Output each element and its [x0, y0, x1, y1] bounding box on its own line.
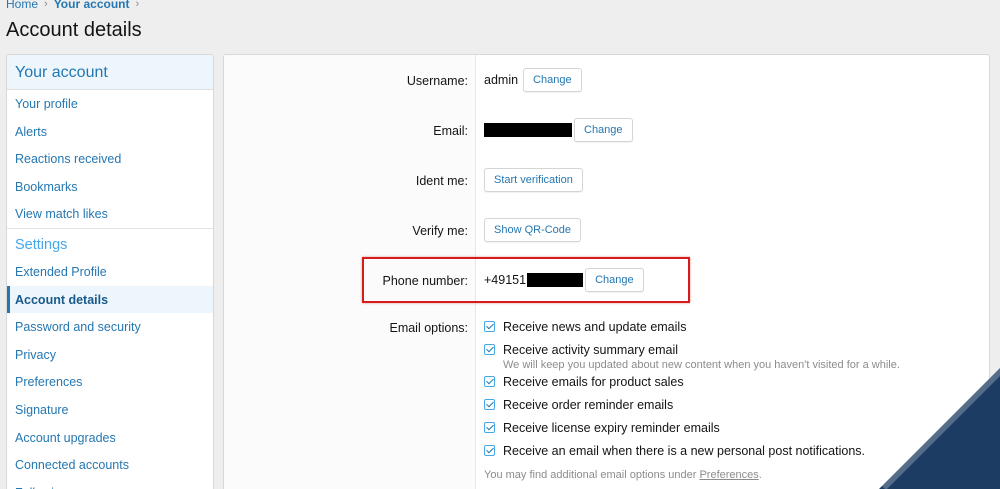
sidebar-item-your-profile[interactable]: Your profile	[7, 90, 213, 118]
account-sidebar: Your account Your profile Alerts Reactio…	[6, 54, 214, 489]
checkbox-checked-icon[interactable]	[484, 376, 495, 387]
email-option-product-sales[interactable]: Receive emails for product sales	[484, 375, 900, 398]
sidebar-header-your-account[interactable]: Your account	[7, 55, 213, 90]
show-qr-code-button[interactable]: Show QR-Code	[484, 218, 582, 242]
email-option-label: Receive order reminder emails	[503, 398, 674, 412]
checkbox-checked-icon[interactable]	[484, 344, 495, 355]
sidebar-item-bookmarks[interactable]: Bookmarks	[7, 173, 213, 201]
email-option-order-reminder[interactable]: Receive order reminder emails	[484, 398, 900, 421]
sidebar-item-connected-accounts[interactable]: Connected accounts	[7, 451, 213, 479]
email-option-label: Receive news and update emails	[503, 320, 687, 334]
start-verification-button[interactable]: Start verification	[484, 168, 583, 192]
username-label: Username:	[406, 74, 468, 88]
sidebar-item-alerts[interactable]: Alerts	[7, 118, 213, 146]
sidebar-item-signature[interactable]: Signature	[7, 396, 213, 424]
account-details-panel: Username: admin Change Email: Change Ide…	[223, 54, 990, 489]
email-options-label: Email options:	[389, 321, 468, 335]
breadcrumb-home-link[interactable]: Home	[6, 0, 38, 11]
preferences-link[interactable]: Preferences	[699, 469, 758, 481]
sidebar-item-privacy[interactable]: Privacy	[7, 341, 213, 369]
breadcrumb: Home › Your account ›	[6, 0, 139, 11]
sidebar-item-view-match-likes[interactable]: View match likes	[7, 200, 213, 228]
email-option-label: Receive an email when there is a new per…	[503, 444, 866, 458]
email-option-label: Receive activity summary email	[503, 343, 679, 357]
sidebar-item-following[interactable]: Following	[7, 479, 213, 489]
email-options-footer: You may find additional email options un…	[484, 469, 762, 481]
checkbox-checked-icon[interactable]	[484, 399, 495, 410]
sidebar-item-account-upgrades[interactable]: Account upgrades	[7, 424, 213, 452]
verify-label: Verify me:	[412, 224, 468, 238]
sidebar-item-password-and-security[interactable]: Password and security	[7, 313, 213, 341]
sidebar-item-reactions-received[interactable]: Reactions received	[7, 145, 213, 173]
username-change-button[interactable]: Change	[523, 68, 582, 92]
email-change-button[interactable]: Change	[574, 118, 633, 142]
checkbox-checked-icon[interactable]	[484, 321, 495, 332]
sidebar-item-preferences[interactable]: Preferences	[7, 368, 213, 396]
ident-label: Ident me:	[415, 174, 468, 188]
email-option-news[interactable]: Receive news and update emails	[484, 320, 900, 343]
sidebar-settings-header: Settings	[7, 227, 213, 258]
activity-summary-hint: We will keep you updated about new conte…	[503, 359, 900, 371]
email-option-personal-post[interactable]: Receive an email when there is a new per…	[484, 444, 900, 467]
email-redacted-value	[484, 123, 572, 137]
username-value: admin	[484, 73, 519, 87]
sidebar-item-extended-profile[interactable]: Extended Profile	[7, 258, 213, 286]
email-option-label: Receive license expiry reminder emails	[503, 421, 720, 435]
email-option-label: Receive emails for product sales	[503, 375, 684, 389]
chevron-right-icon: ›	[44, 0, 48, 10]
sidebar-item-account-details[interactable]: Account details	[7, 285, 213, 314]
checkbox-checked-icon[interactable]	[484, 422, 495, 433]
breadcrumb-your-account-link[interactable]: Your account	[54, 0, 130, 11]
checkbox-checked-icon[interactable]	[484, 445, 495, 456]
email-label: Email:	[433, 124, 468, 138]
email-options-list: Receive news and update emails Receive a…	[484, 320, 900, 481]
phone-highlight-annotation	[362, 257, 690, 303]
page-title: Account details	[6, 19, 142, 41]
email-option-license-expiry[interactable]: Receive license expiry reminder emails	[484, 421, 900, 444]
chevron-right-icon: ›	[135, 0, 140, 10]
